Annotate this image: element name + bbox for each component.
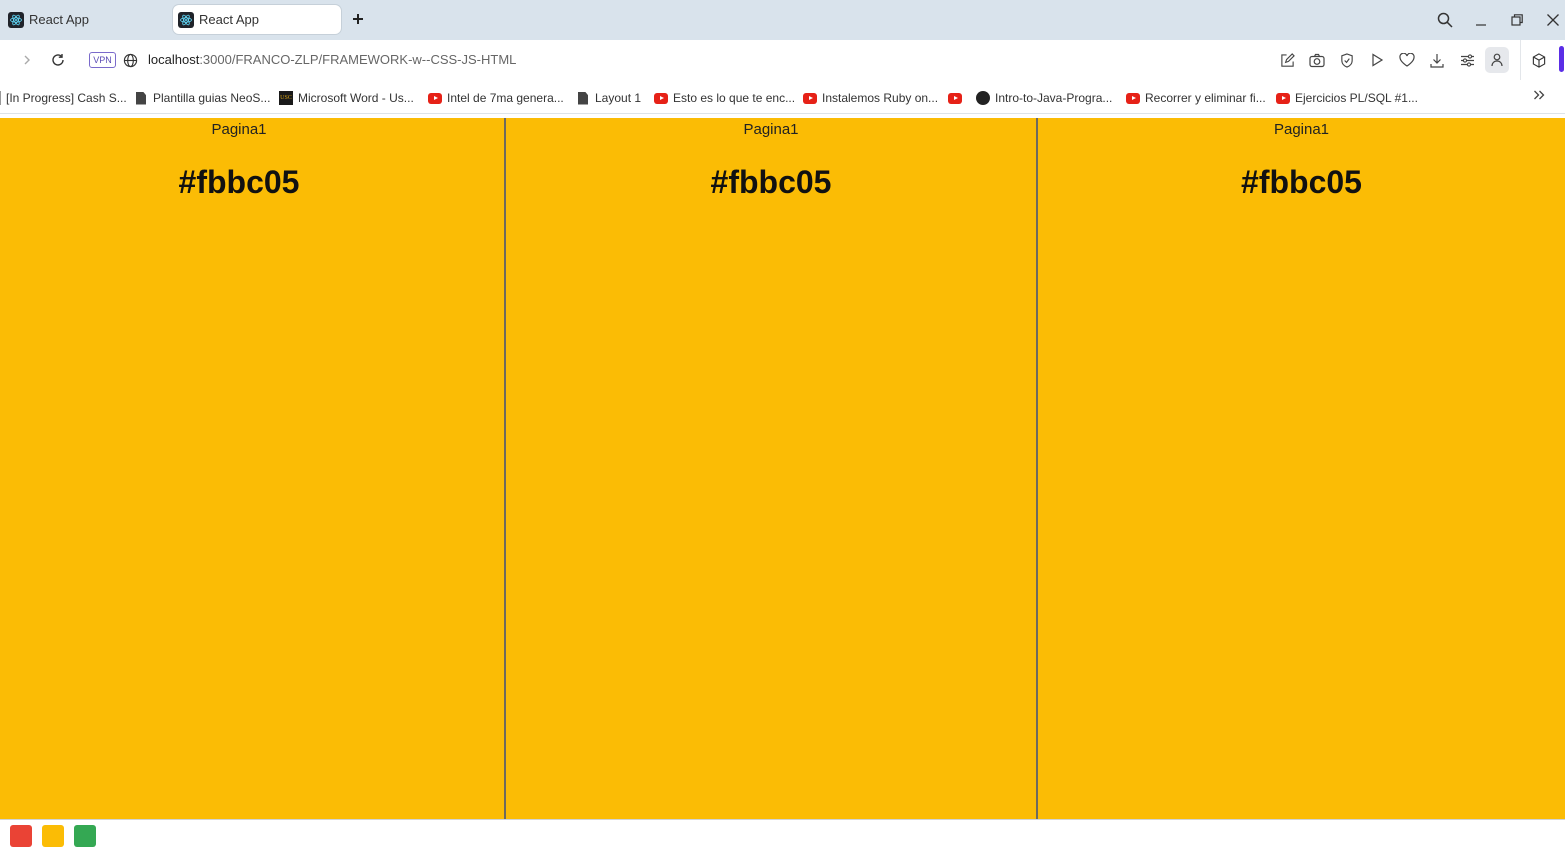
restore-icon (1511, 14, 1523, 26)
tab-bar: React App React App (0, 0, 1565, 40)
bookmark-item[interactable]: Esto es lo que te enc... (654, 89, 795, 107)
bookmark-item[interactable]: [In Progress] Cash S... (0, 89, 127, 107)
bookmark-item[interactable] (948, 89, 967, 107)
bookmark-label: Instalemos Ruby on... (822, 91, 939, 105)
plus-icon (353, 14, 363, 24)
globe-icon (123, 53, 137, 67)
youtube-icon (654, 91, 668, 105)
vpn-badge[interactable]: VPN (89, 52, 116, 68)
url-path: :3000/FRANCO-ZLP/FRAMEWORK-w--CSS-JS-HTM… (199, 52, 517, 67)
bookmark-item[interactable]: Ejercicios PL/SQL #1... (1276, 89, 1418, 107)
profile-button[interactable] (1485, 47, 1509, 73)
adblock-button[interactable] (1337, 50, 1357, 70)
document-icon (576, 91, 590, 105)
tab-title: React App (29, 12, 89, 27)
close-icon (1547, 14, 1559, 26)
settings-sliders-icon (1460, 53, 1474, 67)
panel-title: Pagina1 (1273, 121, 1330, 138)
edit-icon (1280, 52, 1295, 67)
react-icon (178, 11, 194, 28)
bookmark-item[interactable]: Plantilla guias NeoS... (134, 89, 270, 107)
heart-icon (1399, 53, 1415, 67)
minimize-button[interactable] (1469, 8, 1493, 32)
double-chevron-right-icon (1534, 90, 1545, 100)
bookmark-item[interactable]: Instalemos Ruby on... (803, 89, 938, 107)
bookmark-label: Recorrer y eliminar fi... (1145, 91, 1266, 105)
tab-react-app-2[interactable]: React App (173, 5, 341, 34)
reload-button[interactable] (47, 49, 69, 71)
bookmark-label: Microsoft Word - Us... (298, 91, 414, 105)
panel-color-hex: #fbbc05 (710, 164, 832, 200)
navigation-bar: VPN localhost:3000/FRANCO-ZLP/FRAMEWORK-… (0, 40, 1565, 80)
download-icon (1430, 53, 1444, 68)
youtube-icon (1126, 91, 1140, 105)
bookmark-label: [In Progress] Cash S... (6, 91, 127, 105)
user-icon (1491, 53, 1503, 67)
color-swatch-green[interactable] (74, 825, 96, 847)
color-swatch-yellow[interactable] (42, 825, 64, 847)
new-tab-button[interactable] (348, 9, 368, 29)
panel-title: Pagina1 (743, 121, 799, 138)
bookmark-label: Esto es lo que te enc... (673, 91, 796, 105)
bookmark-item[interactable]: Layout 1 (576, 89, 641, 107)
camera-icon (1309, 53, 1325, 67)
youtube-icon (948, 91, 962, 105)
minimize-icon (1476, 24, 1486, 26)
document-icon (134, 91, 148, 105)
edit-button[interactable] (1277, 50, 1297, 70)
panel-title: Pagina1 (211, 121, 267, 138)
extensions-button[interactable] (1529, 50, 1549, 70)
folder-edge-icon (0, 91, 4, 105)
search-icon (1437, 12, 1453, 28)
bookmarks-bar: [In Progress] Cash S... Plantilla guias … (0, 80, 1565, 114)
forward-button[interactable] (16, 49, 38, 71)
downloads-button[interactable] (1427, 50, 1447, 70)
bookmark-item[interactable]: Recorrer y eliminar fi... (1126, 89, 1266, 107)
url-field[interactable]: localhost:3000/FRANCO-ZLP/FRAMEWORK-w--C… (148, 52, 516, 67)
color-panel-1: Pagina1 #fbbc05 (0, 118, 506, 819)
favorites-button[interactable] (1397, 50, 1417, 70)
bookmark-item[interactable]: Intel de 7ma genera... (428, 89, 564, 107)
bookmark-label: Ejercicios PL/SQL #1... (1295, 91, 1418, 105)
toolbar-divider (1520, 40, 1521, 80)
more-bookmarks-button[interactable] (1533, 88, 1545, 105)
github-icon (976, 91, 990, 105)
react-icon (8, 11, 24, 28)
color-panel-2: Pagina1 #fbbc05 (506, 118, 1038, 819)
bookmark-label: Plantilla guias NeoS... (153, 91, 271, 105)
youtube-icon (1276, 91, 1290, 105)
tab-title: React App (199, 12, 259, 27)
url-host: localhost (148, 52, 200, 67)
page-content: Pagina1 #fbbc05 Pagina1 #fbbc05 Pagina1 … (0, 118, 1565, 819)
tab-react-app-1[interactable]: React App (3, 5, 168, 34)
color-panel-3: Pagina1 #fbbc05 (1038, 118, 1565, 819)
site-info-button[interactable] (119, 49, 141, 71)
bookmark-label: Intel de 7ma genera... (447, 91, 564, 105)
color-swatch-red[interactable] (10, 825, 32, 847)
chevron-right-icon (24, 55, 30, 65)
sidebar-toggle[interactable] (1559, 46, 1564, 72)
cube-icon (1532, 52, 1546, 68)
search-tabs-button[interactable] (1433, 8, 1457, 32)
bookmark-label: Layout 1 (595, 91, 642, 105)
play-icon (1372, 53, 1384, 67)
reload-icon (52, 54, 64, 66)
snapshot-button[interactable] (1307, 50, 1327, 70)
player-button[interactable] (1367, 50, 1387, 70)
youtube-icon (803, 91, 817, 105)
panel-color-hex: #fbbc05 (178, 164, 300, 200)
bookmark-item[interactable]: Intro-to-Java-Progra... (976, 89, 1112, 107)
restore-button[interactable] (1505, 8, 1529, 32)
close-window-button[interactable] (1541, 8, 1565, 32)
easy-setup-button[interactable] (1457, 50, 1477, 70)
bookmark-label: Intro-to-Java-Progra... (995, 91, 1113, 105)
youtube-icon (428, 91, 442, 105)
usc-icon: USC (279, 91, 293, 105)
panel-color-hex: #fbbc05 (1241, 164, 1362, 200)
color-picker-bar (0, 819, 1565, 854)
shield-icon (1341, 52, 1353, 68)
bookmark-item[interactable]: USC Microsoft Word - Us... (279, 89, 414, 107)
